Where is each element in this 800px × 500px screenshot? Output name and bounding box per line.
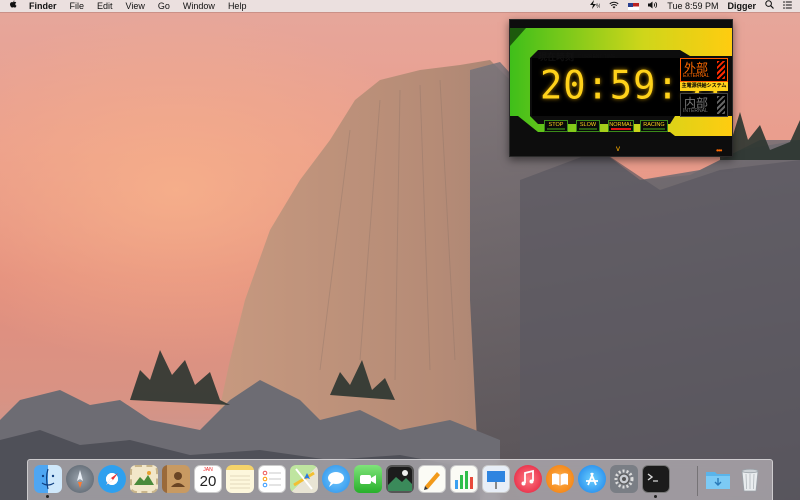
launchpad-icon[interactable] [66, 465, 94, 493]
menu-finder[interactable]: Finder [29, 0, 57, 12]
menu-file[interactable]: File [70, 0, 85, 12]
pages-icon[interactable] [418, 465, 446, 493]
wifi-icon[interactable] [609, 0, 619, 12]
notification-center-icon[interactable] [783, 0, 792, 12]
internal-power-indicator: 内部 INTERNAL [680, 93, 728, 117]
menu-help[interactable]: Help [228, 0, 247, 12]
downloads-folder-icon[interactable] [704, 465, 732, 493]
numbers-icon[interactable] [450, 465, 478, 493]
current-time-label: CURRENT TIME: [578, 54, 617, 60]
apple-menu-icon[interactable] [9, 0, 19, 12]
menu-view[interactable]: View [126, 0, 145, 12]
keynote-icon[interactable] [482, 465, 510, 493]
app-store-icon[interactable] [578, 465, 606, 493]
maps-icon[interactable] [290, 465, 318, 493]
calendar-icon[interactable]: JAN 20 [194, 465, 222, 493]
messages-icon[interactable] [322, 465, 350, 493]
power-system-label: 主電源供給システム [680, 82, 728, 91]
external-label: EXTERNAL [683, 73, 710, 79]
photo-icon[interactable] [386, 465, 414, 493]
spotlight-search-icon[interactable] [765, 0, 774, 12]
current-user-menu[interactable]: Digger [727, 0, 756, 12]
contacts-icon[interactable] [162, 465, 190, 493]
clock-time-display: 20:59:31 [540, 62, 727, 109]
input-source-flag-icon[interactable] [628, 0, 640, 12]
menu-edit[interactable]: Edit [97, 0, 113, 12]
more-options-icon[interactable]: ••• [716, 146, 722, 155]
reminders-icon[interactable] [258, 465, 286, 493]
finder-running-indicator [46, 495, 49, 498]
system-preferences-icon[interactable] [610, 465, 638, 493]
battery-charging-icon[interactable]: % [588, 0, 602, 12]
volume-icon[interactable] [648, 0, 658, 12]
external-hazard-stripes [717, 61, 725, 79]
ibooks-icon[interactable] [546, 465, 574, 493]
mode-slow-button[interactable]: SLOW [576, 120, 600, 132]
calendar-day: 20 [199, 473, 217, 490]
facetime-icon[interactable] [354, 465, 382, 493]
safari-icon[interactable] [98, 465, 126, 493]
mode-normal-button[interactable]: NORMAL [608, 120, 634, 132]
menu-clock[interactable]: Tue 8:59 PM [667, 0, 718, 12]
mail-stamp-icon[interactable] [130, 465, 158, 493]
terminal-running-indicator [654, 495, 657, 498]
menu-window[interactable]: Window [183, 0, 215, 12]
menu-bar: Finder File Edit View Go Window Help % T… [0, 0, 800, 12]
notes-icon[interactable] [226, 465, 254, 493]
internal-hazard-stripes [717, 96, 725, 114]
terminal-icon[interactable] [642, 465, 670, 493]
trash-icon[interactable] [736, 465, 764, 493]
internal-label: INTERNAL [683, 108, 708, 114]
mode-racing-button[interactable]: RACING [640, 120, 668, 132]
menu-go[interactable]: Go [158, 0, 170, 12]
battery-percent-label: % [596, 4, 600, 9]
dock: JAN 20 [27, 459, 773, 500]
dock-separator [697, 466, 698, 496]
mode-stop-button[interactable]: STOP [544, 120, 568, 132]
external-power-indicator: 外部 EXTERNAL [680, 58, 728, 82]
finder-icon[interactable] [34, 465, 62, 493]
expand-chevron-icon[interactable]: v [616, 144, 620, 153]
itunes-icon[interactable] [514, 465, 542, 493]
clock-widget[interactable]: 現在時刻 CURRENT TIME: 20:59:31 外部 EXTERNAL … [509, 19, 733, 157]
